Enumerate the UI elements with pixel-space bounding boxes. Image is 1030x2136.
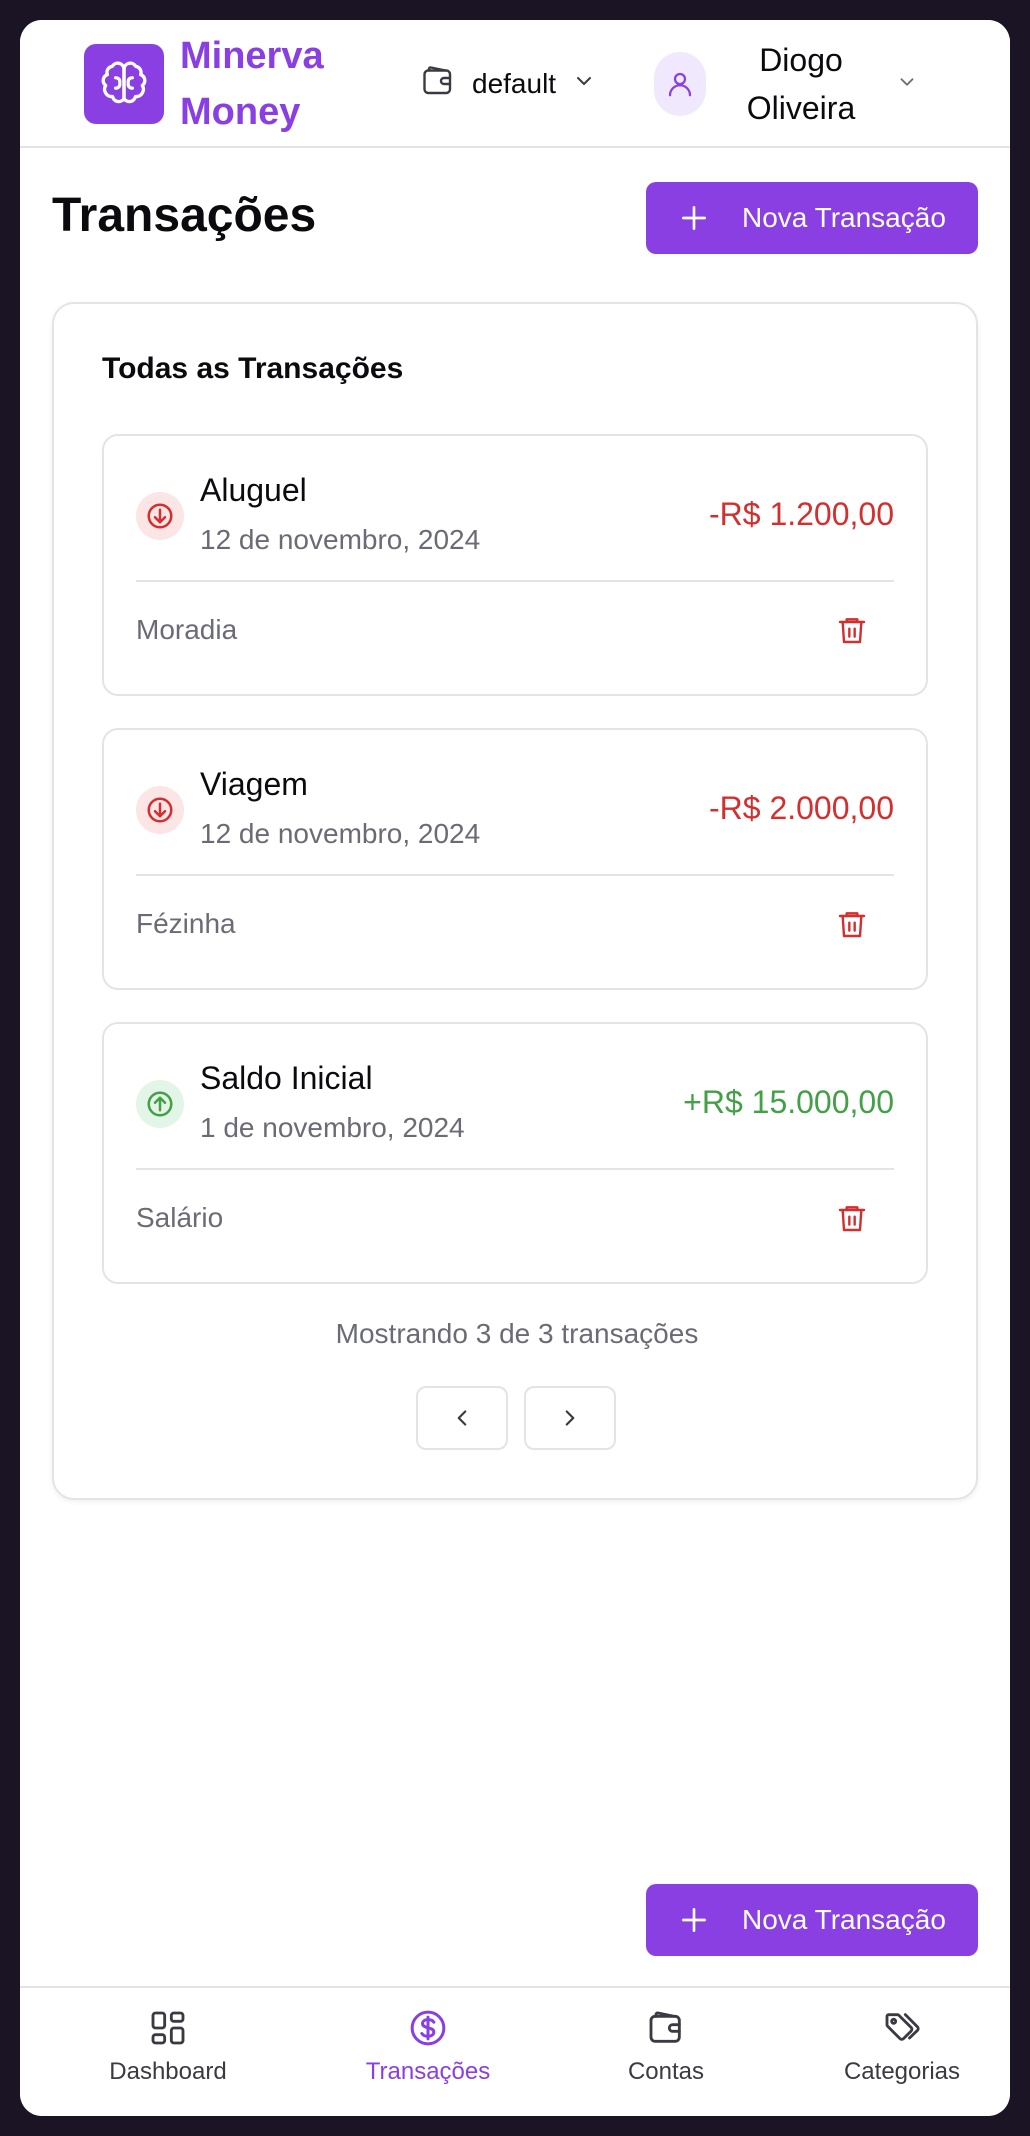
- wallet-icon: [420, 63, 456, 106]
- divider: [136, 1168, 894, 1170]
- top-header: Minerva Money default Diogo Oliveira: [20, 20, 1010, 148]
- transaction-name: Saldo Inicial: [200, 1060, 373, 1096]
- trash-icon[interactable]: [834, 904, 870, 944]
- plus-icon: [682, 206, 706, 230]
- brand-line-1: Minerva: [180, 35, 324, 77]
- user-name: Diogo Oliveira: [706, 36, 896, 132]
- transaction-date: 1 de novembro, 2024: [200, 1112, 465, 1143]
- trash-icon[interactable]: [834, 1198, 870, 1238]
- nav-label-transactions: Transações: [365, 2058, 491, 2085]
- chevron-right-icon: [565, 1410, 575, 1426]
- chevron-left-icon: [457, 1410, 467, 1426]
- card-title: Todas as Transações: [102, 352, 404, 385]
- transaction-date: 12 de novembro, 2024: [200, 818, 481, 849]
- wallet-icon: [649, 2011, 681, 2043]
- arrow-up-circle-icon: [136, 1080, 184, 1128]
- chevron-down-icon: [572, 68, 596, 100]
- brand-name: Minerva Money: [180, 28, 380, 140]
- nav-label-categories: Categorias: [843, 2058, 961, 2085]
- app-window: Minerva Money default Diogo Oliveira Tra…: [20, 20, 1010, 2116]
- brain-logo-icon[interactable]: [84, 44, 164, 124]
- pagination-summary: Mostrando 3 de 3 transações: [335, 1318, 699, 1349]
- arrow-down-circle-icon: [136, 786, 184, 834]
- divider: [136, 580, 894, 582]
- nav-item-categories[interactable]: Categorias: [802, 2008, 1002, 2104]
- transaction-category: Salário: [136, 1202, 224, 1233]
- transaction-category: Fézinha: [136, 908, 236, 939]
- transaction-name: Viagem: [200, 766, 308, 802]
- nav-item-accounts[interactable]: Contas: [566, 2008, 766, 2104]
- transaction-date: 12 de novembro, 2024: [200, 524, 481, 555]
- user-last-name: Oliveira: [746, 90, 856, 126]
- nav-item-transactions[interactable]: Transações: [328, 2008, 528, 2104]
- grid-icon: [151, 2011, 185, 2045]
- transaction-amount: -R$ 1.200,00: [708, 496, 894, 532]
- bottom-navigation: Dashboard Transações Contas Categorias: [20, 1986, 1010, 2116]
- wallet-selector[interactable]: default: [420, 58, 596, 110]
- page-title: Transações: [52, 189, 317, 242]
- fab-new-transaction-button[interactable]: Nova Transação: [646, 1884, 978, 1956]
- user-avatar-icon: [654, 52, 706, 116]
- nav-label-dashboard: Dashboard: [109, 2058, 227, 2085]
- trash-icon[interactable]: [834, 610, 870, 650]
- tags-icon: [885, 2013, 920, 2041]
- chevron-down-icon: [896, 71, 918, 98]
- transaction-amount: -R$ 2.000,00: [708, 790, 894, 826]
- nav-label-accounts: Contas: [627, 2058, 705, 2085]
- transaction-item[interactable]: Viagem 12 de novembro, 2024 -R$ 2.000,00…: [102, 728, 928, 990]
- transactions-card: Todas as Transações Aluguel 12 de novemb…: [52, 302, 978, 1500]
- brand-line-2: Money: [180, 91, 301, 133]
- new-transaction-label: Nova Transação: [742, 202, 946, 233]
- divider: [136, 874, 894, 876]
- transaction-item[interactable]: Aluguel 12 de novembro, 2024 -R$ 1.200,0…: [102, 434, 928, 696]
- plus-icon: [682, 1908, 706, 1932]
- nav-item-dashboard[interactable]: Dashboard: [68, 2008, 268, 2104]
- transaction-item[interactable]: Saldo Inicial 1 de novembro, 2024 +R$ 15…: [102, 1022, 928, 1284]
- previous-page-button[interactable]: [416, 1386, 508, 1450]
- next-page-button[interactable]: [524, 1386, 616, 1450]
- user-first-name: Diogo: [759, 42, 843, 78]
- transaction-name: Aluguel: [200, 472, 307, 508]
- dollar-circle-icon: [410, 2010, 446, 2046]
- user-menu[interactable]: Diogo Oliveira: [654, 40, 918, 128]
- new-transaction-button[interactable]: Nova Transação: [646, 182, 978, 254]
- arrow-down-circle-icon: [136, 492, 184, 540]
- transaction-category: Moradia: [136, 614, 238, 645]
- fab-new-transaction-label: Nova Transação: [742, 1904, 946, 1935]
- transaction-amount: +R$ 15.000,00: [683, 1084, 894, 1120]
- wallet-selected-label: default: [472, 68, 557, 99]
